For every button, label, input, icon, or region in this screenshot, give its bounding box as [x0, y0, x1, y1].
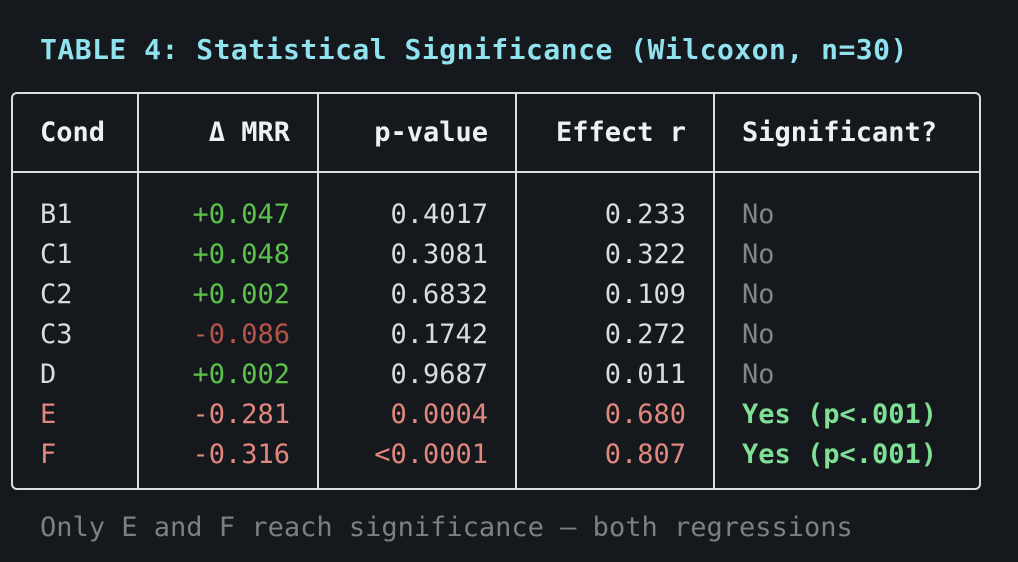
cell-cond: E: [40, 399, 57, 430]
table-title: TABLE 4: Statistical Significance (Wilco…: [40, 33, 908, 66]
cell-delta-mrr: -0.086: [137, 315, 318, 355]
cell-significant: No: [713, 235, 979, 275]
cell-effect-r: 0.109: [515, 275, 714, 315]
cell-cond: C1: [40, 239, 73, 270]
cell-delta-mrr: +0.002: [137, 355, 318, 395]
table-row: D +0.002 0.9687 0.011 No: [13, 355, 979, 395]
table-row: C2 +0.002 0.6832 0.109 No: [13, 275, 979, 315]
cell-p-value: 0.3081: [317, 235, 516, 275]
cell-significant: No: [713, 275, 979, 315]
cell-effect-r: 0.807: [515, 435, 714, 475]
cell-cond: C3: [40, 319, 73, 350]
results-table: Cond Δ MRR p-value Effect r Significant?…: [13, 94, 979, 488]
header-cond: Cond: [13, 94, 138, 173]
cell-effect-r: 0.322: [515, 235, 714, 275]
cell-p-value: <0.0001: [317, 435, 516, 475]
cell-significant: No: [713, 355, 979, 395]
cell-delta-mrr: -0.281: [137, 395, 318, 435]
cell-p-value: 0.9687: [317, 355, 516, 395]
cell-delta-mrr: -0.316: [137, 435, 318, 475]
table-row: C1 +0.048 0.3081 0.322 No: [13, 235, 979, 275]
cell-cond: D: [40, 359, 57, 390]
cell-p-value: 0.0004: [317, 395, 516, 435]
header-effect-r: Effect r: [515, 94, 714, 173]
significance-table: Cond Δ MRR p-value Effect r Significant?…: [11, 92, 981, 490]
cell-p-value: 0.6832: [317, 275, 516, 315]
header-delta-mrr: Δ MRR: [137, 94, 318, 173]
cell-significant: No: [713, 195, 979, 235]
cell-significant: No: [713, 315, 979, 355]
cell-p-value: 0.1742: [317, 315, 516, 355]
cell-cond: B1: [40, 199, 73, 230]
table-row: E -0.281 0.0004 0.680 Yes (p<.001): [13, 395, 979, 435]
footer-note: Only E and F reach significance — both r…: [40, 512, 853, 543]
header-p-value: p-value: [317, 94, 516, 173]
cell-effect-r: 0.011: [515, 355, 714, 395]
cell-cond: C2: [40, 279, 73, 310]
table-row: F -0.316 <0.0001 0.807 Yes (p<.001): [13, 435, 979, 475]
header-row: Cond Δ MRR p-value Effect r Significant?: [13, 94, 979, 173]
cell-effect-r: 0.272: [515, 315, 714, 355]
cell-significant: Yes (p<.001): [713, 435, 979, 475]
cell-cond: F: [40, 439, 57, 470]
cell-delta-mrr: +0.047: [137, 195, 318, 235]
table-row: B1 +0.047 0.4017 0.233 No: [13, 195, 979, 235]
cell-delta-mrr: +0.048: [137, 235, 318, 275]
cell-p-value: 0.4017: [317, 195, 516, 235]
cell-significant: Yes (p<.001): [713, 395, 979, 435]
cell-effect-r: 0.233: [515, 195, 714, 235]
header-significant: Significant?: [713, 94, 979, 173]
cell-effect-r: 0.680: [515, 395, 714, 435]
cell-delta-mrr: +0.002: [137, 275, 318, 315]
table-row: C3 -0.086 0.1742 0.272 No: [13, 315, 979, 355]
